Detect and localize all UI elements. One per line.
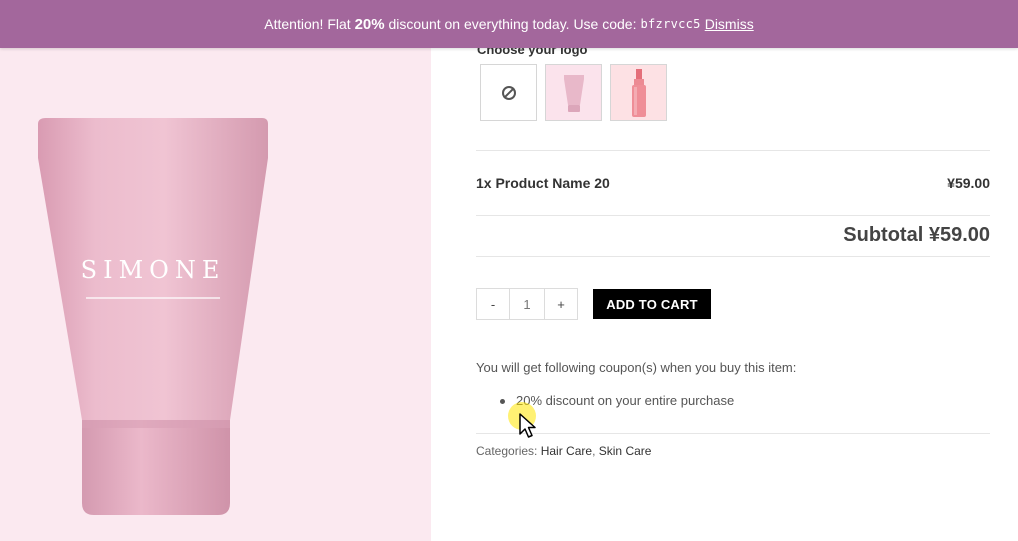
coupon-list-item: 20% discount on your entire purchase <box>500 393 734 408</box>
divider <box>476 150 990 151</box>
product-image-panel: SIMONE <box>0 48 431 541</box>
logo-option-bottle[interactable] <box>610 64 667 121</box>
categories: Categories: Hair Care, Skin Care <box>476 444 651 458</box>
quantity-input[interactable]: 1 <box>509 289 545 319</box>
logo-option-none[interactable] <box>480 64 537 121</box>
tube-thumbnail <box>563 74 584 112</box>
notice-discount: 20% <box>354 15 385 33</box>
coupon-intro-text: You will get following coupon(s) when yo… <box>476 360 797 375</box>
coupon-text: 20% discount on your entire purchase <box>516 393 735 408</box>
quantity-minus-button[interactable]: - <box>477 289 509 319</box>
logo-option-tube[interactable] <box>545 64 602 121</box>
category-link-hair-care[interactable]: Hair Care <box>541 444 592 458</box>
add-to-cart-button[interactable]: ADD TO CART <box>593 289 711 319</box>
announcement-bar: Attention! Flat 20% discount on everythi… <box>0 0 1018 48</box>
divider <box>476 433 990 434</box>
divider <box>476 256 990 257</box>
product-tube-image: SIMONE <box>38 118 268 515</box>
quantity-stepper: - 1 + <box>476 288 578 320</box>
line-item-price: ¥59.00 <box>947 175 990 191</box>
line-item-name: 1x Product Name 20 <box>476 175 610 191</box>
quantity-plus-button[interactable]: + <box>545 289 577 319</box>
category-link-skin-care[interactable]: Skin Care <box>599 444 652 458</box>
bottle-thumbnail <box>631 68 646 117</box>
categories-label: Categories: <box>476 444 538 458</box>
none-icon <box>501 85 516 100</box>
notice-text-after: discount on everything today. Use code: <box>388 16 637 32</box>
divider <box>476 215 990 216</box>
notice-text-before: Attention! Flat <box>264 16 351 32</box>
mouse-cursor-icon <box>519 413 536 438</box>
dismiss-link[interactable]: Dismiss <box>705 16 754 32</box>
subtotal: Subtotal ¥59.00 <box>843 224 990 246</box>
coupon-code: bfzrvcc5 <box>640 17 701 31</box>
brand-logo-text: SIMONE <box>81 256 226 284</box>
cart-line-item: 1x Product Name 20 ¥59.00 <box>476 175 990 191</box>
category-separator: , <box>592 444 596 458</box>
